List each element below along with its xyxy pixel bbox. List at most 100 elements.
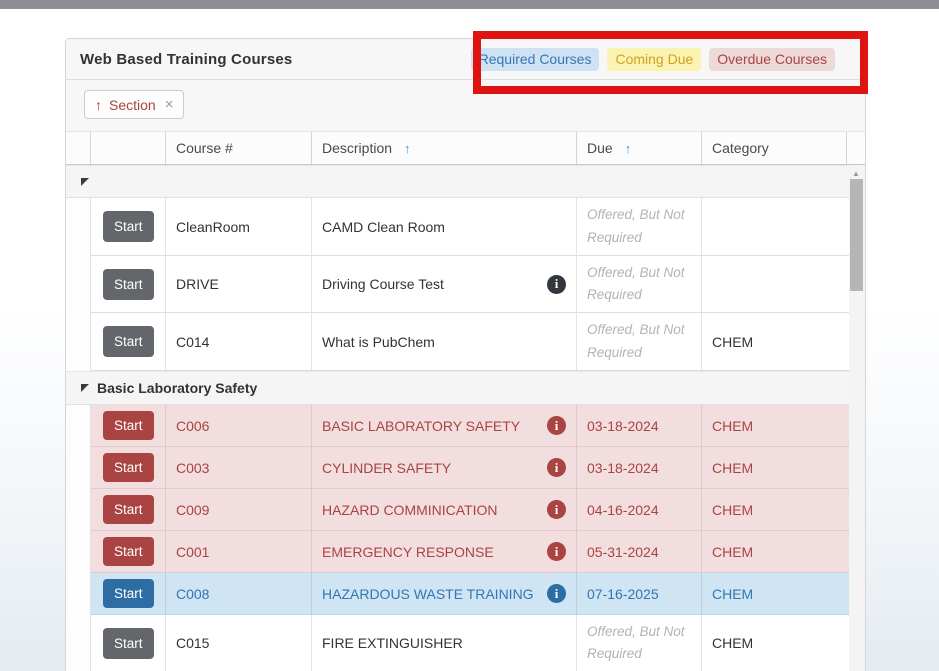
category-value: CHEM bbox=[702, 531, 847, 572]
start-button[interactable]: Start bbox=[103, 579, 154, 608]
course-number: C008 bbox=[166, 573, 312, 614]
course-number: C015 bbox=[166, 615, 312, 671]
course-number: C001 bbox=[166, 531, 312, 572]
collapse-group-icon[interactable] bbox=[81, 178, 89, 186]
grid-body: Start CleanRoom CAMD Clean Room Offered,… bbox=[66, 165, 865, 671]
scrollbar-thumb[interactable] bbox=[850, 179, 863, 291]
course-description: BASIC LABORATORY SAFETY bbox=[322, 418, 520, 434]
row-gutter bbox=[66, 313, 91, 371]
start-button[interactable]: Start bbox=[103, 326, 154, 357]
info-icon[interactable]: i bbox=[547, 416, 566, 435]
start-button[interactable]: Start bbox=[103, 211, 154, 242]
course-description: HAZARD COMMINICATION bbox=[322, 502, 498, 518]
table-row: Start C003 CYLINDER SAFETY i 03-18-2024 C… bbox=[66, 447, 865, 489]
start-button[interactable]: Start bbox=[103, 628, 154, 659]
group-label: Basic Laboratory Safety bbox=[97, 380, 257, 396]
due-date: 03-18-2024 bbox=[577, 447, 702, 488]
screen: Web Based Training Courses Required Cour… bbox=[0, 0, 939, 671]
header-course-number[interactable]: Course # bbox=[166, 132, 312, 164]
close-icon[interactable]: × bbox=[165, 96, 174, 113]
header-description[interactable]: Description ↑ bbox=[312, 132, 577, 164]
page-title: Web Based Training Courses bbox=[80, 51, 292, 68]
start-button[interactable]: Start bbox=[103, 537, 154, 566]
scroll-up-icon[interactable]: ▲ bbox=[852, 169, 860, 178]
header-action-column bbox=[91, 132, 166, 164]
legend-coming-due: Coming Due bbox=[607, 48, 701, 71]
row-gutter bbox=[66, 531, 91, 573]
course-number: C014 bbox=[166, 313, 312, 370]
courses-grid: Course # Description ↑ Due ↑ Category bbox=[66, 132, 865, 671]
course-number: CleanRoom bbox=[166, 198, 312, 255]
course-number: C003 bbox=[166, 447, 312, 488]
category-value bbox=[702, 256, 847, 312]
course-description: HAZARDOUS WASTE TRAINING bbox=[322, 586, 534, 602]
course-number: C009 bbox=[166, 489, 312, 530]
grouping-toolbar: ↑ Section × bbox=[66, 80, 865, 132]
course-number: DRIVE bbox=[166, 256, 312, 312]
category-value: CHEM bbox=[702, 405, 847, 446]
group-chip-label: Section bbox=[109, 97, 156, 113]
due-status: Offered, But Not Required bbox=[577, 256, 702, 312]
sort-ascending-icon: ↑ bbox=[404, 141, 411, 156]
course-description: FIRE EXTINGUISHER bbox=[322, 635, 463, 651]
training-courses-panel: Web Based Training Courses Required Cour… bbox=[65, 38, 866, 671]
table-row: Start C015 FIRE EXTINGUISHER Offered, Bu… bbox=[66, 615, 865, 671]
row-gutter bbox=[66, 615, 91, 671]
info-icon[interactable]: i bbox=[547, 542, 566, 561]
row-gutter bbox=[66, 198, 91, 256]
due-status: Offered, But Not Required bbox=[577, 198, 702, 255]
due-date: 07-16-2025 bbox=[577, 573, 702, 614]
table-row: Start C001 EMERGENCY RESPONSE i 05-31-202… bbox=[66, 531, 865, 573]
start-button[interactable]: Start bbox=[103, 269, 154, 300]
sort-ascending-icon: ↑ bbox=[95, 97, 102, 113]
course-description: CAMD Clean Room bbox=[322, 219, 445, 235]
browser-top-strip bbox=[0, 0, 939, 9]
category-value: CHEM bbox=[702, 489, 847, 530]
due-date: 05-31-2024 bbox=[577, 531, 702, 572]
header-scrollbar-stub bbox=[847, 132, 863, 164]
row-gutter bbox=[66, 256, 91, 313]
start-button[interactable]: Start bbox=[103, 411, 154, 440]
table-row: Start C014 What is PubChem Offered, But … bbox=[66, 313, 865, 371]
info-icon[interactable]: i bbox=[547, 275, 566, 294]
course-description: EMERGENCY RESPONSE bbox=[322, 544, 494, 560]
info-icon[interactable]: i bbox=[547, 500, 566, 519]
collapse-group-icon[interactable] bbox=[81, 384, 89, 392]
header-due[interactable]: Due ↑ bbox=[577, 132, 702, 164]
due-status: Offered, But Not Required bbox=[577, 313, 702, 370]
group-chip-section[interactable]: ↑ Section × bbox=[84, 90, 184, 119]
status-legend: Required Courses Coming Due Overdue Cour… bbox=[471, 48, 835, 71]
header-category[interactable]: Category bbox=[702, 132, 847, 164]
info-icon[interactable]: i bbox=[547, 584, 566, 603]
start-button[interactable]: Start bbox=[103, 453, 154, 482]
table-row: Start C008 HAZARDOUS WASTE TRAINING i 07-… bbox=[66, 573, 865, 615]
row-gutter bbox=[66, 405, 91, 447]
legend-required-courses: Required Courses bbox=[471, 48, 600, 71]
header-group-column bbox=[66, 132, 91, 164]
header-description-label: Description bbox=[322, 140, 392, 156]
category-value: CHEM bbox=[702, 615, 847, 671]
panel-header: Web Based Training Courses Required Cour… bbox=[66, 39, 865, 80]
info-icon[interactable]: i bbox=[547, 458, 566, 477]
due-date: 03-18-2024 bbox=[577, 405, 702, 446]
start-button[interactable]: Start bbox=[103, 495, 154, 524]
table-row: Start C009 HAZARD COMMINICATIONi 04-16-2… bbox=[66, 489, 865, 531]
group-row: Basic Laboratory Safety bbox=[66, 371, 865, 405]
row-gutter bbox=[66, 489, 91, 531]
category-value bbox=[702, 198, 847, 255]
category-value: CHEM bbox=[702, 573, 847, 614]
category-value: CHEM bbox=[702, 313, 847, 370]
row-gutter bbox=[66, 573, 91, 615]
category-value: CHEM bbox=[702, 447, 847, 488]
grid-header-row: Course # Description ↑ Due ↑ Category bbox=[66, 132, 865, 165]
sort-ascending-icon: ↑ bbox=[625, 141, 632, 156]
table-row: Start C006 BASIC LABORATORY SAFETY i 03-1… bbox=[66, 405, 865, 447]
header-due-label: Due bbox=[587, 140, 613, 156]
course-description: CYLINDER SAFETY bbox=[322, 460, 451, 476]
due-status: Offered, But Not Required bbox=[577, 615, 702, 671]
legend-overdue-courses: Overdue Courses bbox=[709, 48, 835, 71]
table-row: Start DRIVE Driving Course Testi Offered… bbox=[66, 256, 865, 313]
course-number: C006 bbox=[166, 405, 312, 446]
course-description: What is PubChem bbox=[322, 334, 435, 350]
vertical-scrollbar[interactable]: ▲ bbox=[849, 165, 865, 671]
